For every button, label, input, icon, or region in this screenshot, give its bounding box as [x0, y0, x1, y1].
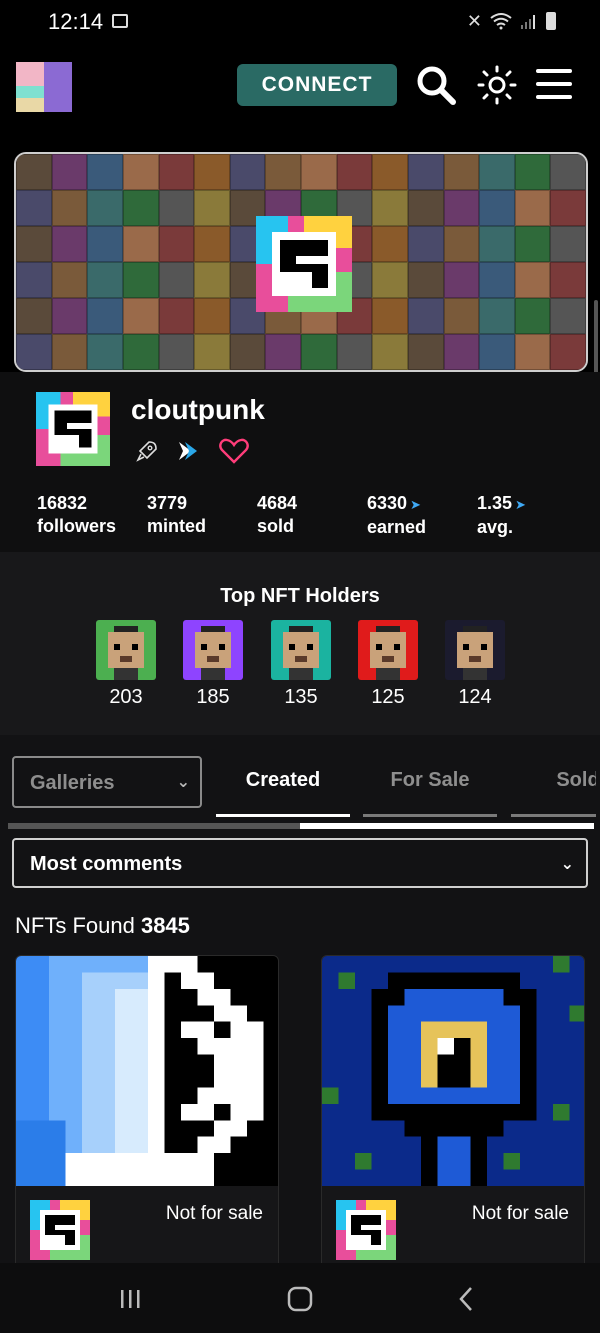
- profile-stat-label: minted: [147, 516, 207, 536]
- profile-stat: 16832 followers: [37, 492, 147, 539]
- top-holder[interactable]: 203: [96, 620, 156, 709]
- tezos-currency-icon: ➤: [515, 497, 526, 512]
- chevron-down-icon: ⌄: [176, 774, 190, 791]
- tabs-horizontal-scrollbar[interactable]: [8, 823, 594, 829]
- nft-card[interactable]: Not for sale: [15, 955, 279, 1275]
- holder-nft-count: 185: [196, 686, 230, 708]
- profile-stats: 16832 followers 3779 minted 4684 sold 6330 ➤ ear…: [37, 492, 587, 539]
- nft-tabs-section: Galleries ⌄ Created For Sale Sold Most c…: [0, 735, 600, 1333]
- connect-button[interactable]: CONNECT: [237, 64, 397, 106]
- top-holder[interactable]: 124: [445, 620, 505, 709]
- profile-stat-value: 6330: [367, 493, 408, 513]
- profile-stat: 6330 ➤ earned: [367, 492, 477, 539]
- top-holder[interactable]: 125: [358, 620, 418, 709]
- home-icon: [287, 1286, 313, 1312]
- profile-stat-label: earned: [367, 517, 427, 537]
- galleries-dropdown[interactable]: Galleries ⌄: [12, 756, 202, 808]
- galleries-dropdown-label: Galleries: [30, 772, 115, 794]
- nft-creator-avatar[interactable]: [336, 1200, 396, 1260]
- status-bar: 12:14 ✕: [0, 0, 600, 44]
- profile-stat-label: sold: [257, 516, 295, 536]
- tezos-currency-icon: ➤: [410, 497, 421, 512]
- home-button[interactable]: [280, 1281, 320, 1317]
- tab-created-label: Created: [245, 769, 321, 791]
- holder-nft-count: 124: [458, 686, 492, 708]
- profile-stat: 3779 minted: [147, 492, 257, 539]
- nfts-found-label: NFTs Found: [15, 913, 135, 938]
- top-holder[interactable]: 135: [271, 620, 331, 709]
- profile-stat: 4684 sold: [257, 492, 367, 539]
- holder-avatar[interactable]: [271, 620, 331, 680]
- profile-stat-value: 16832: [37, 493, 88, 513]
- tab-sold-label: Sold: [556, 769, 600, 791]
- back-button[interactable]: [446, 1281, 486, 1317]
- nft-card-image[interactable]: [322, 956, 585, 1186]
- nft-card[interactable]: Not for sale: [321, 955, 585, 1275]
- holder-avatar[interactable]: [445, 620, 505, 680]
- profile-badges: [135, 438, 249, 464]
- holder-nft-count: 135: [284, 686, 318, 708]
- profile-stat-label: avg.: [477, 517, 514, 537]
- nfts-found-number: 3845: [140, 913, 190, 938]
- tab-created[interactable]: Created: [216, 769, 350, 817]
- holder-nft-count: 203: [109, 686, 143, 708]
- back-icon: [459, 1287, 472, 1311]
- screenshot-icon: [112, 14, 128, 28]
- tab-for-sale[interactable]: For Sale: [363, 769, 497, 817]
- theme-sun-icon[interactable]: [476, 64, 518, 106]
- profile-stat: 1.35 ➤ avg.: [477, 492, 587, 539]
- holder-avatar[interactable]: [96, 620, 156, 680]
- sort-dropdown-value: Most comments: [30, 853, 183, 875]
- nft-creator-avatar[interactable]: [30, 1200, 90, 1260]
- banner-cloutpunk-logo: [256, 216, 352, 312]
- site-logo[interactable]: [16, 62, 72, 112]
- profile-stat-value: 3779: [147, 493, 188, 513]
- profile-avatar: [36, 392, 110, 466]
- nft-card-image[interactable]: [16, 956, 279, 1186]
- android-nav-bar: [0, 1263, 600, 1333]
- holder-avatar[interactable]: [358, 620, 418, 680]
- app-header: CONNECT: [0, 44, 600, 132]
- status-time: 12:14: [48, 9, 104, 34]
- status-icons: ✕: [467, 10, 556, 32]
- profile-section: cloutpunk 16832 followers 3779 minted 4684 so…: [0, 372, 600, 552]
- tab-sold[interactable]: Sold: [511, 769, 600, 817]
- profile-name: cloutpunk: [131, 394, 265, 425]
- recent-apps-icon: [121, 1290, 140, 1308]
- search-icon[interactable]: [415, 64, 457, 106]
- mute-icon: ✕: [466, 11, 482, 31]
- holder-nft-count: 125: [371, 686, 405, 708]
- recent-apps-button[interactable]: [110, 1281, 150, 1317]
- battery-icon: [546, 12, 556, 30]
- heart-icon[interactable]: [219, 438, 249, 464]
- sort-dropdown[interactable]: Most comments ⌄: [12, 838, 588, 888]
- chevron-down-icon: ⌄: [560, 856, 574, 873]
- tezos-arrow-icon[interactable]: [177, 440, 201, 462]
- profile-stat-value: 4684: [257, 493, 298, 513]
- holder-avatar[interactable]: [183, 620, 243, 680]
- hamburger-menu-icon[interactable]: [534, 64, 576, 106]
- rocket-icon[interactable]: [135, 439, 159, 463]
- top-holders-title: Top NFT Holders: [220, 585, 380, 607]
- profile-banner: [14, 152, 588, 372]
- top-holder[interactable]: 185: [183, 620, 243, 709]
- profile-stat-value: 1.35: [477, 493, 513, 513]
- nft-sale-status: Not for sale: [165, 1203, 263, 1224]
- profile-stat-label: followers: [37, 516, 117, 536]
- nfts-found-count: NFTs Found 3845: [15, 913, 190, 939]
- top-holders-section: Top NFT Holders 203 185 135 125 124: [0, 552, 600, 735]
- signal-icon: [521, 15, 535, 29]
- tab-for-sale-label: For Sale: [390, 769, 470, 791]
- nft-sale-status: Not for sale: [471, 1203, 569, 1224]
- tabs-scroll-thumb[interactable]: [8, 823, 300, 829]
- wifi-icon: [490, 13, 512, 30]
